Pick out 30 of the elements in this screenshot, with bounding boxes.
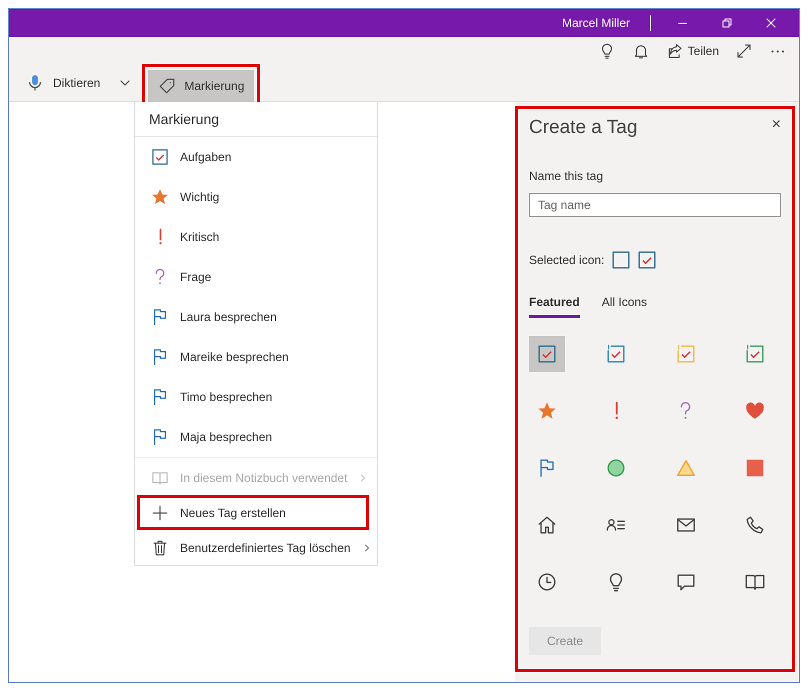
tab[interactable]: Featured [529,295,580,318]
tag-icon [158,77,176,95]
checkbox-icon [636,249,658,271]
tag-button[interactable]: Markierung [148,70,254,102]
tag-menu-item[interactable]: Wichtig [135,177,377,217]
tab[interactable]: All Icons [602,295,648,318]
close-button[interactable]: × [772,117,781,133]
tag-menu-item[interactable]: Aufgaben [135,137,377,177]
tag-name-field[interactable]: Tag name [529,193,781,217]
panel-title: Create a Tag [529,117,638,139]
trash-icon [151,538,169,556]
expand-icon [735,42,753,60]
menu-title: Markierung [135,102,377,137]
minimize-icon [678,22,688,24]
user-name: Marcel Miller [562,16,630,30]
share-button[interactable]: Teilen [660,38,725,64]
selected-icon-label: Selected icon: [529,253,604,267]
tag-menu-item[interactable]: Mareike besprechen [135,337,377,377]
tag-menu-item[interactable]: Kritisch [135,217,377,257]
plus-icon [151,504,169,522]
menu-action[interactable]: Benutzerdefiniertes Tag löschen [140,533,366,562]
empty-box-icon [610,249,632,271]
more-icon [771,50,785,52]
dictate-button[interactable]: Diktieren [17,68,108,98]
tag-menu-item[interactable]: Timo besprechen [135,377,377,417]
tag-menu-item[interactable]: Frage [135,257,377,297]
tag-menu-item[interactable]: Maja besprechen [135,417,377,457]
tag-menu-item[interactable]: Laura besprechen [135,297,377,337]
menu-action[interactable]: Neues Tag erstellen [140,498,366,527]
field-label: Name this tag [529,169,604,183]
